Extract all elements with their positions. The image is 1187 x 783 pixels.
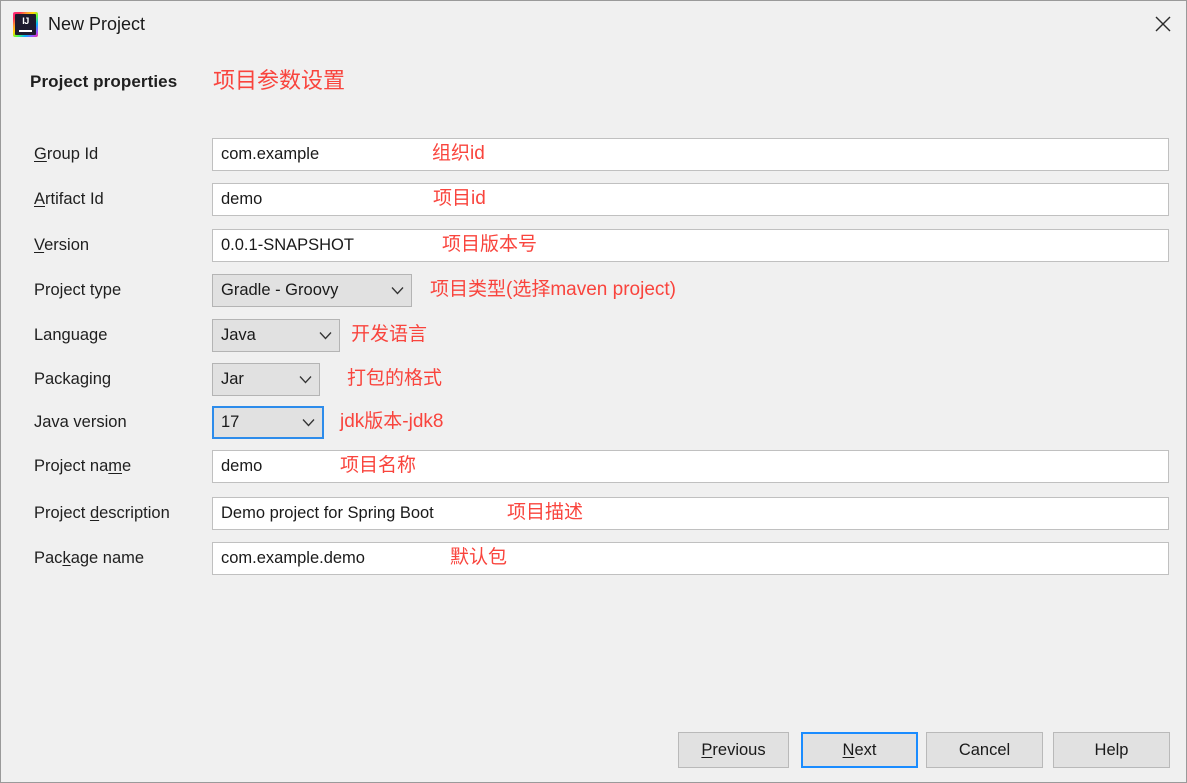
annotation-page-title: 项目参数设置 [213,68,346,93]
label-project-type: Project type [34,281,122,299]
annotation-packaging: 打包的格式 [347,368,443,389]
combo-value-project-type: Gradle - Groovy [221,281,339,299]
label-project-description: Project description [34,504,170,522]
chevron-down-icon [300,418,316,427]
help-button[interactable]: Help [1053,732,1170,768]
previous-button[interactable]: Previous [678,732,789,768]
form-row-project-description: Project description Demo project for Spri… [1,497,1186,530]
window-title: New Project [48,14,146,34]
chevron-down-icon [389,286,405,295]
annotation-project-type: 项目类型(选择maven project) [430,279,676,300]
form-row-artifact-id: Artifact Id demo 项目id [1,183,1186,216]
combo-java-version[interactable]: 17 [212,406,324,439]
annotation-version: 项目版本号 [442,234,538,255]
label-artifact-id: Artifact Id [34,190,104,208]
intellij-idea-icon: IJ [13,12,38,37]
form-row-language: Language Java 开发语言 [1,319,1186,352]
combo-project-type[interactable]: Gradle - Groovy [212,274,412,307]
dialog-button-bar: Previous Next Cancel Help [1,732,1186,768]
combo-language[interactable]: Java [212,319,340,352]
page-title: Project properties [30,72,178,91]
input-value-group-id: com.example [221,145,320,163]
annotation-project-description: 项目描述 [507,502,584,523]
form-row-package-name: Package name com.example.demo 默认包 [1,542,1186,575]
label-java-version: Java version [34,413,127,431]
label-version: Version [34,236,90,254]
form-row-packaging: Packaging Jar 打包的格式 [1,363,1186,396]
new-project-dialog: IJ New Project Project properties 项目参数设置… [0,0,1187,783]
label-package-name: Package name [34,549,145,567]
form-row-project-name: Project name demo 项目名称 [1,450,1186,483]
form-row-version: Version 0.0.1-SNAPSHOT 项目版本号 [1,229,1186,262]
label-group-id: Group Id [34,145,99,163]
form-row-java-version: Java version 17 jdk版本-jdk8 [1,406,1186,439]
input-project-description[interactable]: Demo project for Spring Boot [212,497,1169,530]
annotation-project-name: 项目名称 [340,455,417,476]
label-project-name: Project name [34,457,132,475]
next-button[interactable]: Next [801,732,918,768]
combo-value-java-version: 17 [221,413,240,431]
combo-value-language: Java [221,326,256,344]
input-version[interactable]: 0.0.1-SNAPSHOT [212,229,1169,262]
combo-value-packaging: Jar [221,370,244,388]
input-group-id[interactable]: com.example [212,138,1169,171]
input-artifact-id[interactable]: demo [212,183,1169,216]
annotation-artifact-id: 项目id [433,188,486,209]
annotation-language: 开发语言 [351,324,428,345]
input-value-package-name: com.example.demo [221,549,365,567]
close-icon[interactable] [1140,1,1186,46]
input-value-project-description: Demo project for Spring Boot [221,504,434,522]
input-value-artifact-id: demo [221,190,263,208]
label-packaging: Packaging [34,370,112,388]
annotation-java-version: jdk版本-jdk8 [340,411,444,432]
chevron-down-icon [297,375,313,384]
input-value-project-name: demo [221,457,263,475]
input-package-name[interactable]: com.example.demo [212,542,1169,575]
annotation-group-id: 组织id [432,143,485,164]
chevron-down-icon [317,331,333,340]
label-language: Language [34,326,108,344]
title-bar: IJ New Project [1,1,1186,47]
input-value-version: 0.0.1-SNAPSHOT [221,236,354,254]
cancel-button[interactable]: Cancel [926,732,1043,768]
annotation-package-name: 默认包 [450,547,508,568]
combo-packaging[interactable]: Jar [212,363,320,396]
form-row-group-id: Group Id com.example 组织id [1,138,1186,171]
form-row-project-type: Project type Gradle - Groovy 项目类型(选择maven … [1,274,1186,307]
